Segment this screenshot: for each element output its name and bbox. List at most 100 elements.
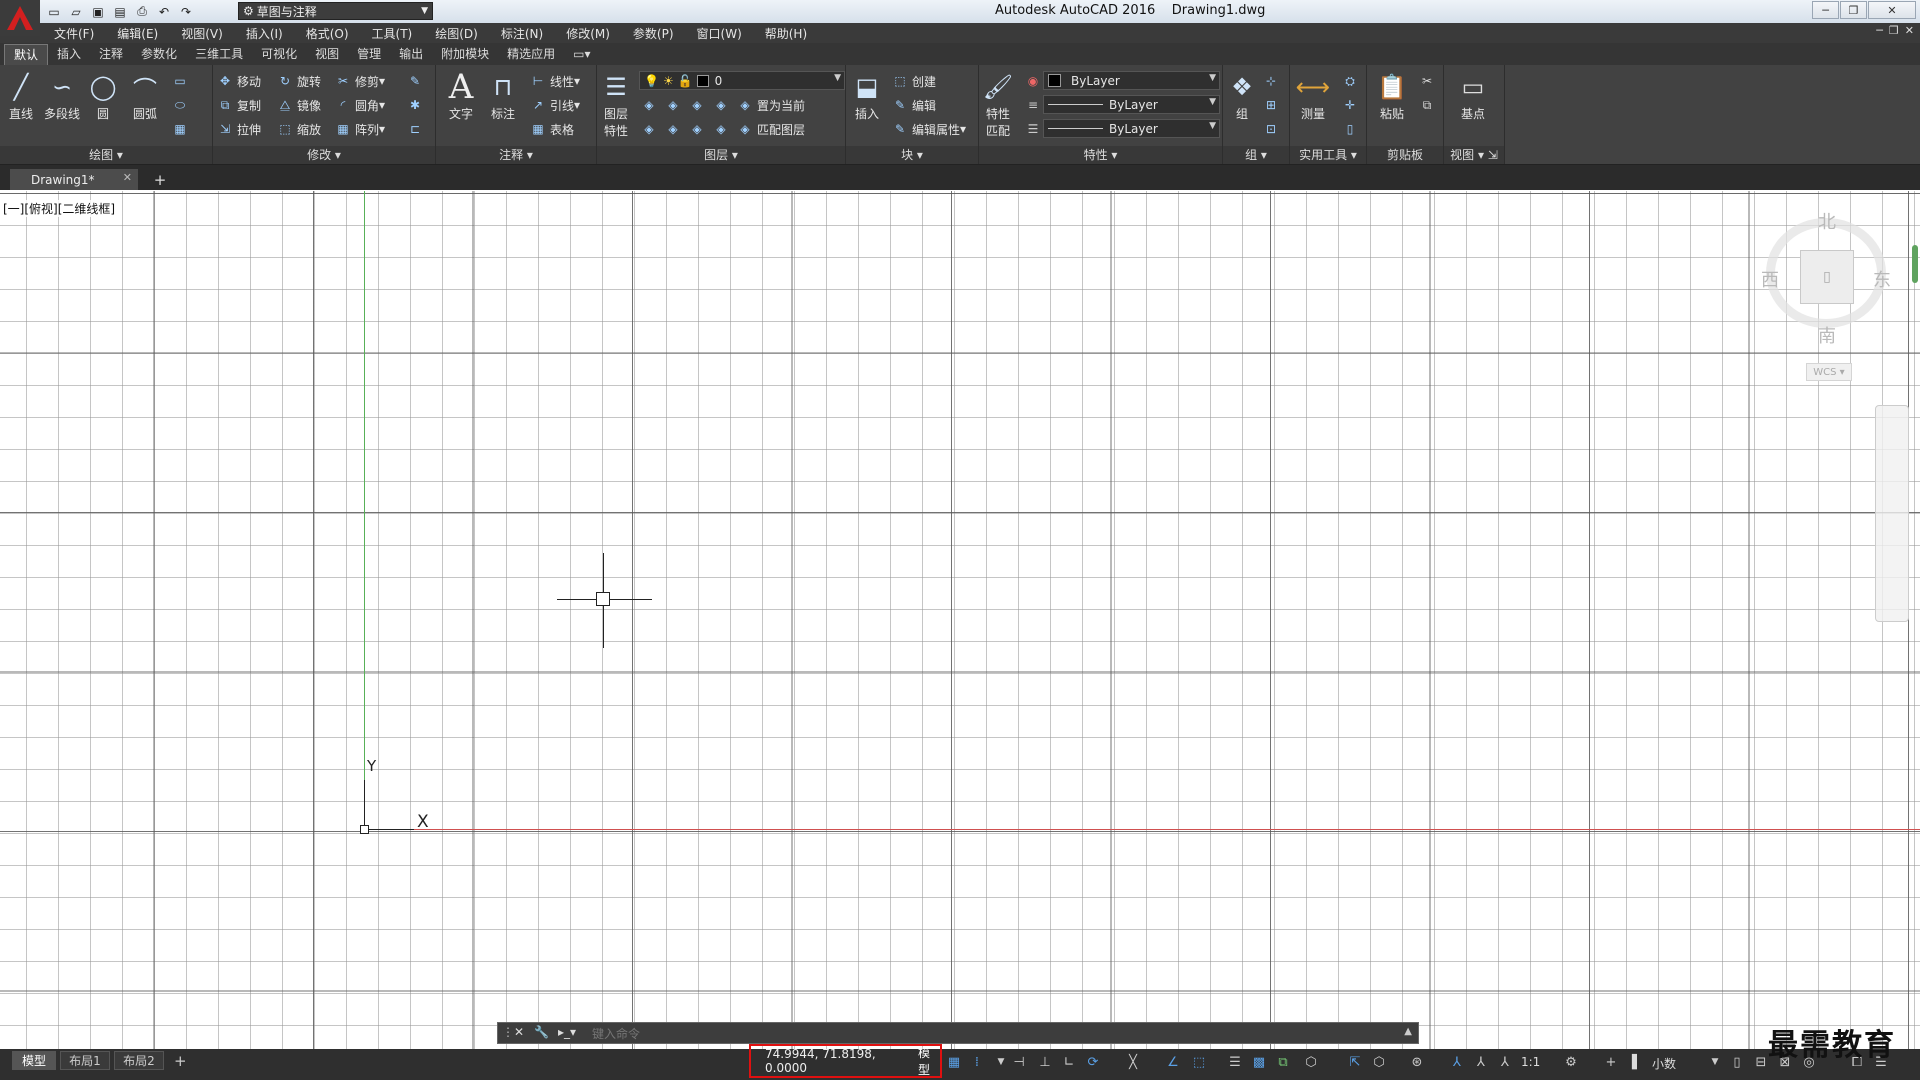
auto-scale-icon[interactable]: ⅄ [1472,1053,1490,1071]
gizmo-icon[interactable]: ⊛ [1408,1053,1426,1071]
annotation-scale-value[interactable]: 1:1 [1521,1055,1540,1069]
insert-block-button[interactable]: ⬓ 插入 [850,69,884,122]
chevron-down-icon[interactable]: ▼ [992,1053,1010,1071]
viewcube[interactable]: ▯ [1800,250,1854,304]
array-button[interactable]: ▦ 阵列 ▾ [335,119,385,139]
tab-home[interactable]: 默认 [4,43,49,65]
dimension-button[interactable]: ⊓ 标注 [486,69,520,122]
wcs-menu[interactable]: WCS ▾ [1806,363,1852,381]
layer-tool-6[interactable]: ◈ [665,119,685,139]
save-as-icon[interactable]: ▤ [110,3,130,21]
3d-osnap-icon[interactable]: ⬡ [1302,1053,1320,1071]
model-space-label[interactable]: 模型 [918,1044,940,1078]
annotation-panel-title[interactable]: 注释 ▾ [436,146,596,164]
layer-tool-7[interactable]: ◈ [689,119,709,139]
selection-cycling-icon[interactable]: ⧉ [1274,1053,1292,1071]
lineweight-toggle-icon[interactable]: ☰ [1226,1053,1244,1071]
layers-panel-title[interactable]: 图层 ▾ [597,146,845,164]
layer-tool-8[interactable]: ◈ [713,119,733,139]
color-wheel-button[interactable]: ◉ [1025,71,1045,91]
view-panel-title[interactable]: 视图 ▾ ⇲ [1444,146,1504,164]
id-point-button[interactable]: ✛ [1342,95,1362,115]
move-button[interactable]: ✥ 移动 [217,71,261,91]
menu-help[interactable]: 帮助(H) [765,25,807,42]
explode-button[interactable]: ✱ [407,95,427,115]
menu-window[interactable]: 窗口(W) [697,25,742,42]
tab-visualize[interactable]: 可视化 [252,44,306,64]
undo-icon[interactable]: ↶ [154,3,174,21]
create-block-button[interactable]: ⬚ 创建 [892,71,936,91]
scale-button[interactable]: ⬚ 缩放 [277,119,321,139]
dynamic-input-icon[interactable]: ⊥ [1036,1053,1054,1071]
match-properties-button[interactable]: 🖌 特性 匹配 [981,69,1015,139]
group-edit-button[interactable]: ⊞ [1263,95,1283,115]
menu-format[interactable]: 格式(O) [306,25,349,42]
offset-button[interactable]: ⊏ [407,119,427,139]
fillet-button[interactable]: ◜ 圆角 ▾ [335,95,385,115]
transparency-icon[interactable]: ▩ [1250,1053,1268,1071]
command-history-toggle-icon[interactable]: ▲ [1404,1026,1412,1037]
menu-modify[interactable]: 修改(M) [566,25,610,42]
application-menu-button[interactable] [0,0,40,36]
ribbon-display-toggle-icon[interactable]: ▭▾ [564,44,599,64]
doc-minimize-icon[interactable]: ─ [1876,24,1883,37]
layout-tab-layout1[interactable]: 布局1 [60,1051,110,1070]
coordinates-display[interactable]: 74.9944, 71.8198, 0.0000 模型 [749,1044,942,1078]
grid-icon[interactable]: ▦ [945,1053,963,1071]
erase-button[interactable]: ✎ [407,71,427,91]
color-dropdown[interactable]: ByLayer ▼ [1043,71,1220,90]
tab-3d-tools[interactable]: 三维工具 [186,44,252,64]
layer-tool-5[interactable]: ◈ [641,119,661,139]
layout-tab-model[interactable]: 模型 [12,1051,56,1070]
tab-insert[interactable]: 插入 [48,44,90,64]
circle-button[interactable]: ◯ 圆 [86,69,120,122]
new-tab-button[interactable]: + [148,170,172,190]
text-button[interactable]: A 文字 [444,67,478,122]
doc-close-icon[interactable]: ✕ [1905,24,1914,37]
command-input[interactable] [590,1024,1294,1044]
hatch-button[interactable]: ⬭ [172,95,192,115]
annotation-monitor-icon[interactable]: + [1602,1053,1620,1071]
quick-properties-icon[interactable]: ▯ [1728,1053,1746,1071]
modify-panel-title[interactable]: 修改 ▾ [213,146,435,164]
tab-parametric[interactable]: 参数化 [132,44,186,64]
menu-parametric[interactable]: 参数(P) [633,25,674,42]
grip-icon[interactable]: ⋮ [502,1025,514,1039]
lineweight-dropdown[interactable]: ByLayer ▼ [1043,119,1220,138]
menu-file[interactable]: 文件(F) [54,25,94,42]
leader-button[interactable]: ↗ 引线 ▾ [530,95,580,115]
tab-annotate[interactable]: 注释 [90,44,132,64]
arc-button[interactable]: ⌒ 圆弧 [128,69,162,122]
viewport-controls[interactable]: [一][俯视][二维线框] [3,200,116,217]
viewcube-north[interactable]: 北 [1818,208,1836,234]
layout-tab-layout2[interactable]: 布局2 [114,1051,164,1070]
workspace-dropdown[interactable]: ⚙ 草图与注释 ▼ [238,2,433,20]
tab-manage[interactable]: 管理 [348,44,390,64]
layer-properties-button[interactable]: ☰ 图层 特性 [599,69,633,139]
new-icon[interactable]: ▭ [44,3,64,21]
add-layout-button[interactable]: + [174,1052,187,1070]
table-button[interactable]: ▦ 表格 [530,119,574,139]
ucs-origin-icon[interactable] [360,825,369,834]
calculator-button[interactable]: ▯ [1342,119,1362,139]
open-icon[interactable]: ▱ [66,3,86,21]
units-value[interactable]: 小数 [1652,1055,1676,1072]
layer-dropdown[interactable]: 💡 ☀ 🔓 0 ▼ [639,71,845,90]
block-panel-title[interactable]: 块 ▾ [846,146,978,164]
close-button[interactable]: ✕ [1868,1,1916,19]
viewcube-east[interactable]: 东 [1873,266,1891,292]
tab-view[interactable]: 视图 [306,44,348,64]
dynamic-ucs-icon[interactable]: ⇱ [1346,1053,1364,1071]
object-snap-icon[interactable]: ⬚ [1190,1053,1208,1071]
doc-restore-icon[interactable]: ❐ [1889,24,1899,37]
lineweight-button[interactable]: ☰ [1025,119,1045,139]
wrench-icon[interactable]: 🔧 [534,1025,549,1039]
boundary-button[interactable]: ▦ [172,119,192,139]
close-command-line-icon[interactable]: ✕ [514,1025,524,1039]
polar-tracking-icon[interactable]: ⟳ [1084,1053,1102,1071]
chevron-down-icon[interactable]: ▼ [1706,1053,1724,1071]
paste-button[interactable]: 📋 粘贴 [1375,69,1409,122]
ortho-icon[interactable]: ∟ [1060,1053,1078,1071]
plot-icon[interactable]: ⎙ [132,3,152,21]
set-current-button[interactable]: ◈ 置为当前 [737,95,805,115]
